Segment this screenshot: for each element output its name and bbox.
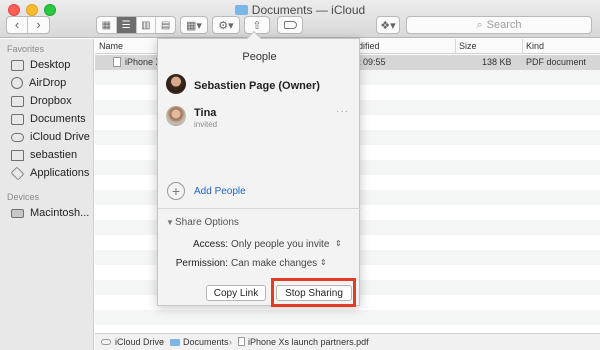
column-name[interactable]: Name bbox=[99, 41, 123, 51]
favorites-heading: Favorites bbox=[7, 44, 45, 54]
more-options-icon[interactable]: ··· bbox=[336, 106, 349, 117]
invitee-name: Tina bbox=[194, 107, 217, 119]
desktop-icon bbox=[11, 59, 24, 71]
folder-icon bbox=[11, 95, 24, 107]
icon-view-button[interactable]: ▦ bbox=[97, 17, 117, 33]
title-bar: Documents — iCloud ‹ › ▦ ☰ ▥ ▤ ▦▾ ⚙▾ ⇧ ❖… bbox=[0, 0, 600, 38]
airdrop-icon bbox=[11, 77, 23, 89]
file-size: 138 KB bbox=[482, 57, 512, 67]
column-view-button[interactable]: ▥ bbox=[137, 17, 157, 33]
arrange-button[interactable]: ▦▾ bbox=[180, 16, 208, 34]
path-item-icloud-drive[interactable]: iCloud Drive bbox=[101, 337, 164, 347]
folder-icon bbox=[234, 5, 248, 15]
dropbox-button[interactable]: ❖▾ bbox=[376, 16, 400, 34]
sidebar-item-dropbox[interactable]: Dropbox bbox=[11, 93, 72, 109]
disk-icon bbox=[11, 208, 24, 218]
action-gear-button[interactable]: ⚙▾ bbox=[212, 16, 240, 34]
sidebar-item-documents[interactable]: Documents bbox=[11, 111, 86, 127]
cloud-icon bbox=[11, 132, 24, 142]
back-button[interactable]: ‹ bbox=[7, 17, 29, 33]
owner-avatar bbox=[166, 74, 186, 94]
pdf-file-icon bbox=[238, 337, 245, 346]
popover-title: People bbox=[242, 51, 277, 63]
empty-row bbox=[95, 310, 600, 325]
search-placeholder: Search bbox=[486, 19, 522, 31]
highlight-box bbox=[271, 278, 356, 307]
updown-chevron-icon[interactable]: ⇕ bbox=[335, 239, 342, 248]
home-icon bbox=[11, 149, 24, 161]
share-button[interactable]: ⇧ bbox=[244, 16, 270, 34]
search-field[interactable]: ⌕ Search bbox=[406, 16, 592, 34]
path-item-documents[interactable]: Documents bbox=[170, 337, 229, 347]
devices-heading: Devices bbox=[7, 192, 40, 202]
share-options-toggle[interactable]: Share Options bbox=[175, 217, 239, 228]
column-size[interactable]: Size bbox=[459, 41, 477, 51]
path-bar: iCloud Drive › Documents › iPhone Xs lau… bbox=[95, 333, 600, 350]
tags-button[interactable] bbox=[277, 16, 303, 34]
divider bbox=[158, 208, 361, 209]
tag-icon bbox=[283, 21, 297, 29]
access-select[interactable]: Only people you invite bbox=[231, 239, 329, 250]
people-sharing-popover: People Sebastien Page (Owner) Tina invit… bbox=[157, 38, 361, 306]
column-divider bbox=[522, 39, 523, 54]
copy-link-button[interactable]: Copy Link bbox=[206, 285, 266, 301]
sidebar-item-icloud-drive[interactable]: iCloud Drive bbox=[11, 129, 90, 145]
sidebar: Favorites Desktop AirDrop Dropbox Docume… bbox=[0, 39, 94, 350]
invitee-status: invited bbox=[194, 120, 218, 129]
column-divider bbox=[455, 39, 456, 54]
pdf-file-icon bbox=[113, 57, 121, 67]
list-view-button[interactable]: ☰ bbox=[116, 17, 137, 33]
navigation-buttons: ‹ › bbox=[6, 16, 50, 34]
forward-button[interactable]: › bbox=[28, 17, 49, 33]
owner-name: Sebastien Page (Owner) bbox=[194, 80, 320, 92]
sidebar-item-applications[interactable]: Applications bbox=[10, 165, 89, 181]
add-people-link[interactable]: Add People bbox=[194, 186, 246, 197]
documents-icon bbox=[11, 113, 24, 125]
folder-icon bbox=[170, 339, 180, 346]
sidebar-item-macintosh-hd[interactable]: Macintosh... bbox=[11, 205, 89, 221]
path-chevron-icon: › bbox=[229, 337, 232, 347]
file-kind: PDF document bbox=[526, 57, 587, 67]
cloud-icon bbox=[101, 339, 111, 345]
search-icon: ⌕ bbox=[476, 18, 483, 31]
path-item-file[interactable]: iPhone Xs launch partners.pdf bbox=[238, 337, 369, 347]
updown-chevron-icon[interactable]: ⇕ bbox=[320, 258, 327, 267]
view-mode-control: ▦ ☰ ▥ ▤ bbox=[96, 16, 176, 34]
column-kind[interactable]: Kind bbox=[526, 41, 544, 51]
path-chevron-icon: › bbox=[161, 337, 164, 347]
sidebar-item-airdrop[interactable]: AirDrop bbox=[11, 75, 66, 91]
sidebar-item-desktop[interactable]: Desktop bbox=[11, 57, 70, 73]
gallery-view-button[interactable]: ▤ bbox=[156, 17, 175, 33]
add-people-icon[interactable]: + bbox=[167, 182, 185, 200]
access-label: Access: bbox=[192, 239, 228, 250]
window-title: Documents — iCloud bbox=[0, 3, 600, 17]
disclosure-triangle-icon[interactable]: ▼ bbox=[166, 218, 174, 227]
applications-icon bbox=[10, 166, 25, 180]
sidebar-item-home[interactable]: sebastien bbox=[11, 147, 77, 163]
permission-label: Permission: bbox=[175, 258, 228, 269]
permission-select[interactable]: Can make changes bbox=[231, 258, 317, 269]
invitee-avatar bbox=[166, 106, 186, 126]
